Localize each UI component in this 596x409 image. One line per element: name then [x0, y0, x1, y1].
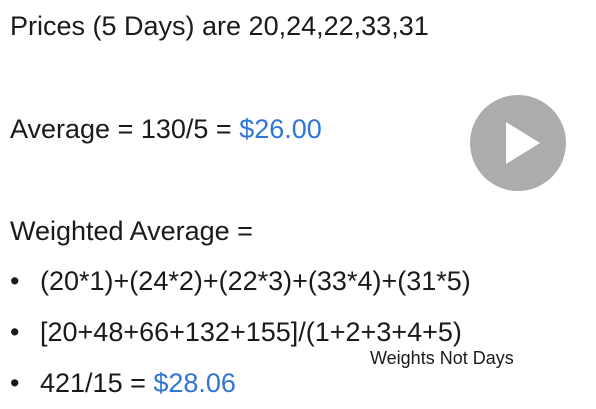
video-play-button[interactable] [470, 95, 566, 191]
play-icon [506, 122, 540, 164]
bullet-text: [20+48+66+132+155]/(1+2+3+4+5) [40, 317, 462, 347]
bullet-item: • (20*1)+(24*2)+(22*3)+(33*4)+(31*5) [10, 265, 471, 297]
bullet-item: • [20+48+66+132+155]/(1+2+3+4+5) [10, 316, 462, 348]
bullet-item: • 421/15 = $28.06 [10, 367, 236, 399]
weighted-average-value: $28.06 [153, 368, 236, 398]
average-prefix: Average = 130/5 = [10, 114, 240, 144]
bullet-marker: • [10, 368, 20, 398]
bullet-marker: • [10, 266, 20, 296]
prices-line: Prices (5 Days) are 20,24,22,33,31 [10, 11, 429, 41]
weights-note: Weights Not Days [370, 348, 514, 368]
weighted-heading: Weighted Average = [10, 216, 253, 246]
average-value: $26.00 [239, 114, 322, 144]
bullet-marker: • [10, 317, 20, 347]
bullet-text: 421/15 = [40, 368, 154, 398]
average-line: Average = 130/5 = $26.00 [10, 113, 322, 145]
bullet-text: (20*1)+(24*2)+(22*3)+(33*4)+(31*5) [40, 266, 471, 296]
